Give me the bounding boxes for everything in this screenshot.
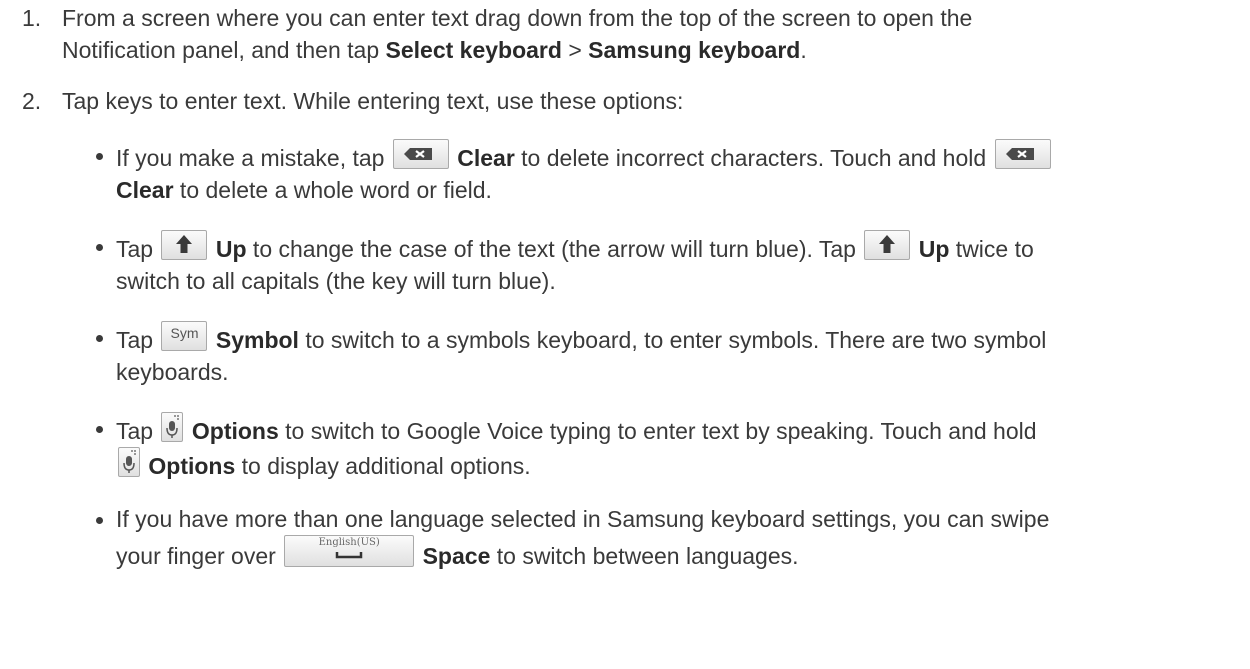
bullet-dot	[96, 335, 103, 342]
sym-key-icon: Sym	[161, 321, 208, 351]
text-segment: keyboards.	[116, 359, 229, 385]
up-label: Up	[215, 236, 247, 262]
text-segment: to delete a whole word or field.	[173, 177, 492, 203]
options-label: Options	[148, 453, 236, 479]
options-label: Options	[191, 418, 279, 444]
step-number: 1.	[22, 5, 42, 31]
step-1-line-1: From a screen where you can enter text d…	[62, 5, 973, 31]
backspace-icon	[994, 139, 1051, 169]
text-segment: to delete incorrect characters. Touch an…	[514, 145, 993, 171]
shift-arrow-icon	[864, 230, 911, 260]
clear-label: Clear	[116, 177, 174, 203]
text-segment: your finger over	[116, 543, 283, 569]
up-label: Up	[918, 236, 950, 262]
text-segment: to display additional options.	[235, 453, 531, 479]
space-label: Space	[422, 543, 491, 569]
period: .	[800, 37, 807, 63]
step-number: 2.	[22, 88, 42, 114]
bullet-text: Tap Sym Symbol to switch to a symbols ke…	[116, 321, 1236, 388]
clear-label: Clear	[457, 145, 515, 171]
text-segment: to change the case of the text (the arro…	[246, 236, 863, 262]
text-segment: If you have more than one language selec…	[116, 506, 1050, 532]
text-segment: switch to all capitals (the key will tur…	[116, 268, 556, 294]
text-segment: twice to	[949, 236, 1034, 262]
bullet-text: If you make a mistake, tap Clear to dele…	[116, 139, 1236, 206]
bullet-dot	[96, 244, 103, 251]
backspace-icon	[392, 139, 449, 169]
text-segment: to switch to Google Voice typing to ente…	[278, 418, 1037, 444]
samsung-keyboard-label: Samsung keyboard	[588, 37, 801, 63]
step-text: Tap keys to enter text. While entering t…	[62, 88, 684, 114]
bullet-text: If you have more than one language selec…	[116, 503, 1236, 572]
sym-key-text: Sym	[170, 325, 199, 341]
bullet-dot	[96, 426, 103, 433]
bullet-dot	[96, 517, 103, 524]
text-segment: to switch between languages.	[490, 543, 799, 569]
separator: >	[561, 37, 589, 63]
text-segment: If you make a mistake, tap	[116, 145, 391, 171]
step-text: From a screen where you can enter text d…	[62, 2, 1237, 66]
shift-arrow-icon	[161, 230, 208, 260]
bullet-dot	[96, 153, 103, 160]
symbol-label: Symbol	[215, 327, 299, 353]
step-1-line-2: Notification panel, and then tap	[62, 37, 386, 63]
text-segment: to switch to a symbols keyboard, to ente…	[298, 327, 1047, 353]
bullet-text: Tap Options to switch to Google Voice ty…	[116, 412, 1236, 482]
bullet-text: Tap Up to change the case of the text (t…	[116, 230, 1236, 297]
text-segment: Tap	[116, 418, 160, 444]
microphone-icon	[118, 447, 140, 477]
space-key-icon: English(US)	[284, 535, 415, 567]
select-keyboard-label: Select keyboard	[385, 37, 562, 63]
text-segment: Tap	[116, 236, 160, 262]
microphone-icon	[161, 412, 184, 442]
text-segment: Tap	[116, 327, 160, 353]
